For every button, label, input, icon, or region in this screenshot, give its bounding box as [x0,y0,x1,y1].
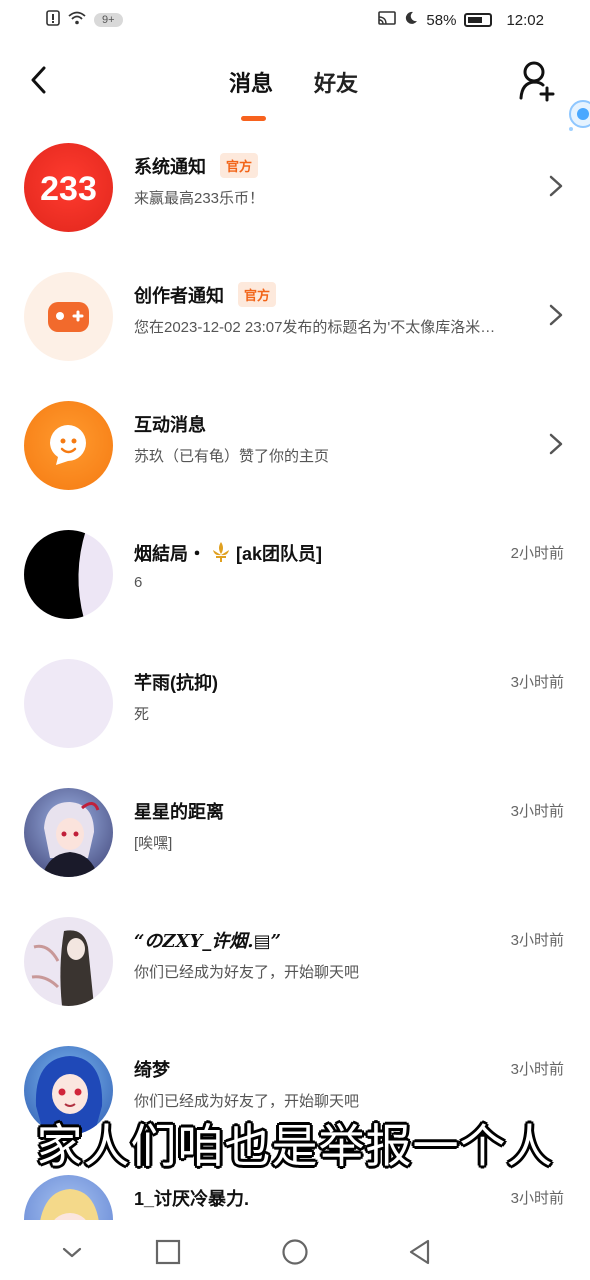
conversation-preview: 6 [134,574,143,591]
cast-icon [378,11,397,29]
message-time: 3小时前 [510,803,564,820]
conversation-preview: 您在2023-12-02 23:07发布的标题名为'不太像库洛米… [134,319,496,336]
list-item-interaction[interactable]: 互动消息 苏玖（已有龟）赞了你的主页 [0,387,590,516]
conversation-preview: [唉嘿] [134,835,173,852]
message-time: 3小时前 [510,932,564,949]
back-arrow-icon [31,66,46,94]
tab-friends[interactable]: 好友 [314,66,358,98]
chevron-right-icon [549,433,563,455]
conversation-name: 星星的距离 [134,802,224,822]
nav-home-button[interactable] [281,1238,309,1266]
sim-alert-icon [46,10,60,30]
add-user-icon [519,61,555,102]
conversation-name: 芊雨(抗抑) [134,673,218,693]
status-bar: 9+ 58% 12:02 [0,0,590,40]
conversation-name: “のZXY_许烟.▤” [134,931,281,952]
nav-collapse-button[interactable] [58,1238,86,1266]
conversation-preview: 你们已经成为好友了，开始聊天吧 [134,1093,360,1110]
fleur-de-lis-icon [210,541,232,568]
tab-messages[interactable]: 消息 [229,66,273,98]
conversation-name: 烟結局・ [ak团队员] [134,540,322,568]
chat-bubble-icon [24,401,113,490]
conversation-preview: 苏玖（已有龟）赞了你的主页 [134,448,330,465]
header: 消息 好友 [0,52,590,124]
message-time: 3小时前 [510,1061,564,1078]
conversation-preview: 你们已经成为好友了，开始聊天吧 [134,964,360,981]
official-badge: 官方 [238,282,277,307]
circle-icon [282,1239,308,1265]
233-logo-icon: 233 [24,143,113,232]
wifi-icon [68,11,86,29]
list-item-chat[interactable]: 烟結局・ [ak团队员] 6 2小时前 [0,516,590,645]
chevron-right-icon [549,304,563,326]
battery-icon [464,13,493,27]
black-moon-avatar [24,530,113,619]
list-item-system-notice[interactable]: 233 系统通知 官方 来赢最高233乐币！ [0,129,590,258]
message-time: 2小时前 [510,545,564,562]
list-item-chat[interactable]: 芊雨(抗抑) 死 3小时前 [0,645,590,774]
conversation-name: 互动消息 [134,415,206,435]
sketch-girl-avatar [24,917,113,1006]
nav-recents-button[interactable] [154,1238,182,1266]
blank-avatar [24,659,113,748]
clock: 12:02 [506,11,544,29]
anime-girl-avatar [24,788,113,877]
conversation-name: 系统通知 官方 [134,153,259,179]
active-tab-indicator [241,116,266,121]
battery-percent: 58% [426,11,457,29]
conversation-preview: 来赢最高233乐币！ [134,190,265,207]
back-button[interactable] [20,62,56,98]
system-navigation-bar [0,1220,590,1280]
svg-text:233: 233 [40,170,97,208]
chevron-right-icon [549,175,563,197]
square-icon [155,1239,181,1265]
conversation-list: 233 系统通知 官方 来赢最高233乐币！ 创作者通知 官方 您在2023-12-… [0,129,590,1280]
conversation-name: 绮梦 [134,1060,170,1080]
list-item-chat[interactable]: “のZXY_许烟.▤” 你们已经成为好友了，开始聊天吧 3小时前 [0,903,590,1032]
notification-badge: 9+ [94,13,123,27]
gamepad-icon [24,272,113,361]
add-friend-button[interactable] [518,60,558,102]
video-subtitle: 家人们咱也是举报一个人 [36,1119,554,1173]
list-item-chat[interactable]: 星星的距离 [唉嘿] 3小时前 [0,774,590,903]
nav-back-button[interactable] [406,1238,434,1266]
moon-icon [404,11,418,29]
chevron-down-icon [62,1247,82,1258]
conversation-preview: 死 [134,706,150,723]
conversation-name: 1_讨厌冷暴力. [134,1189,250,1209]
official-badge: 官方 [220,153,259,178]
triangle-back-icon [409,1239,430,1265]
list-item-creator-notice[interactable]: 创作者通知 官方 您在2023-12-02 23:07发布的标题名为'不太像库洛米… [0,258,590,387]
message-time: 3小时前 [510,1190,564,1207]
message-time: 3小时前 [510,674,564,691]
conversation-name: 创作者通知 官方 [134,282,277,308]
